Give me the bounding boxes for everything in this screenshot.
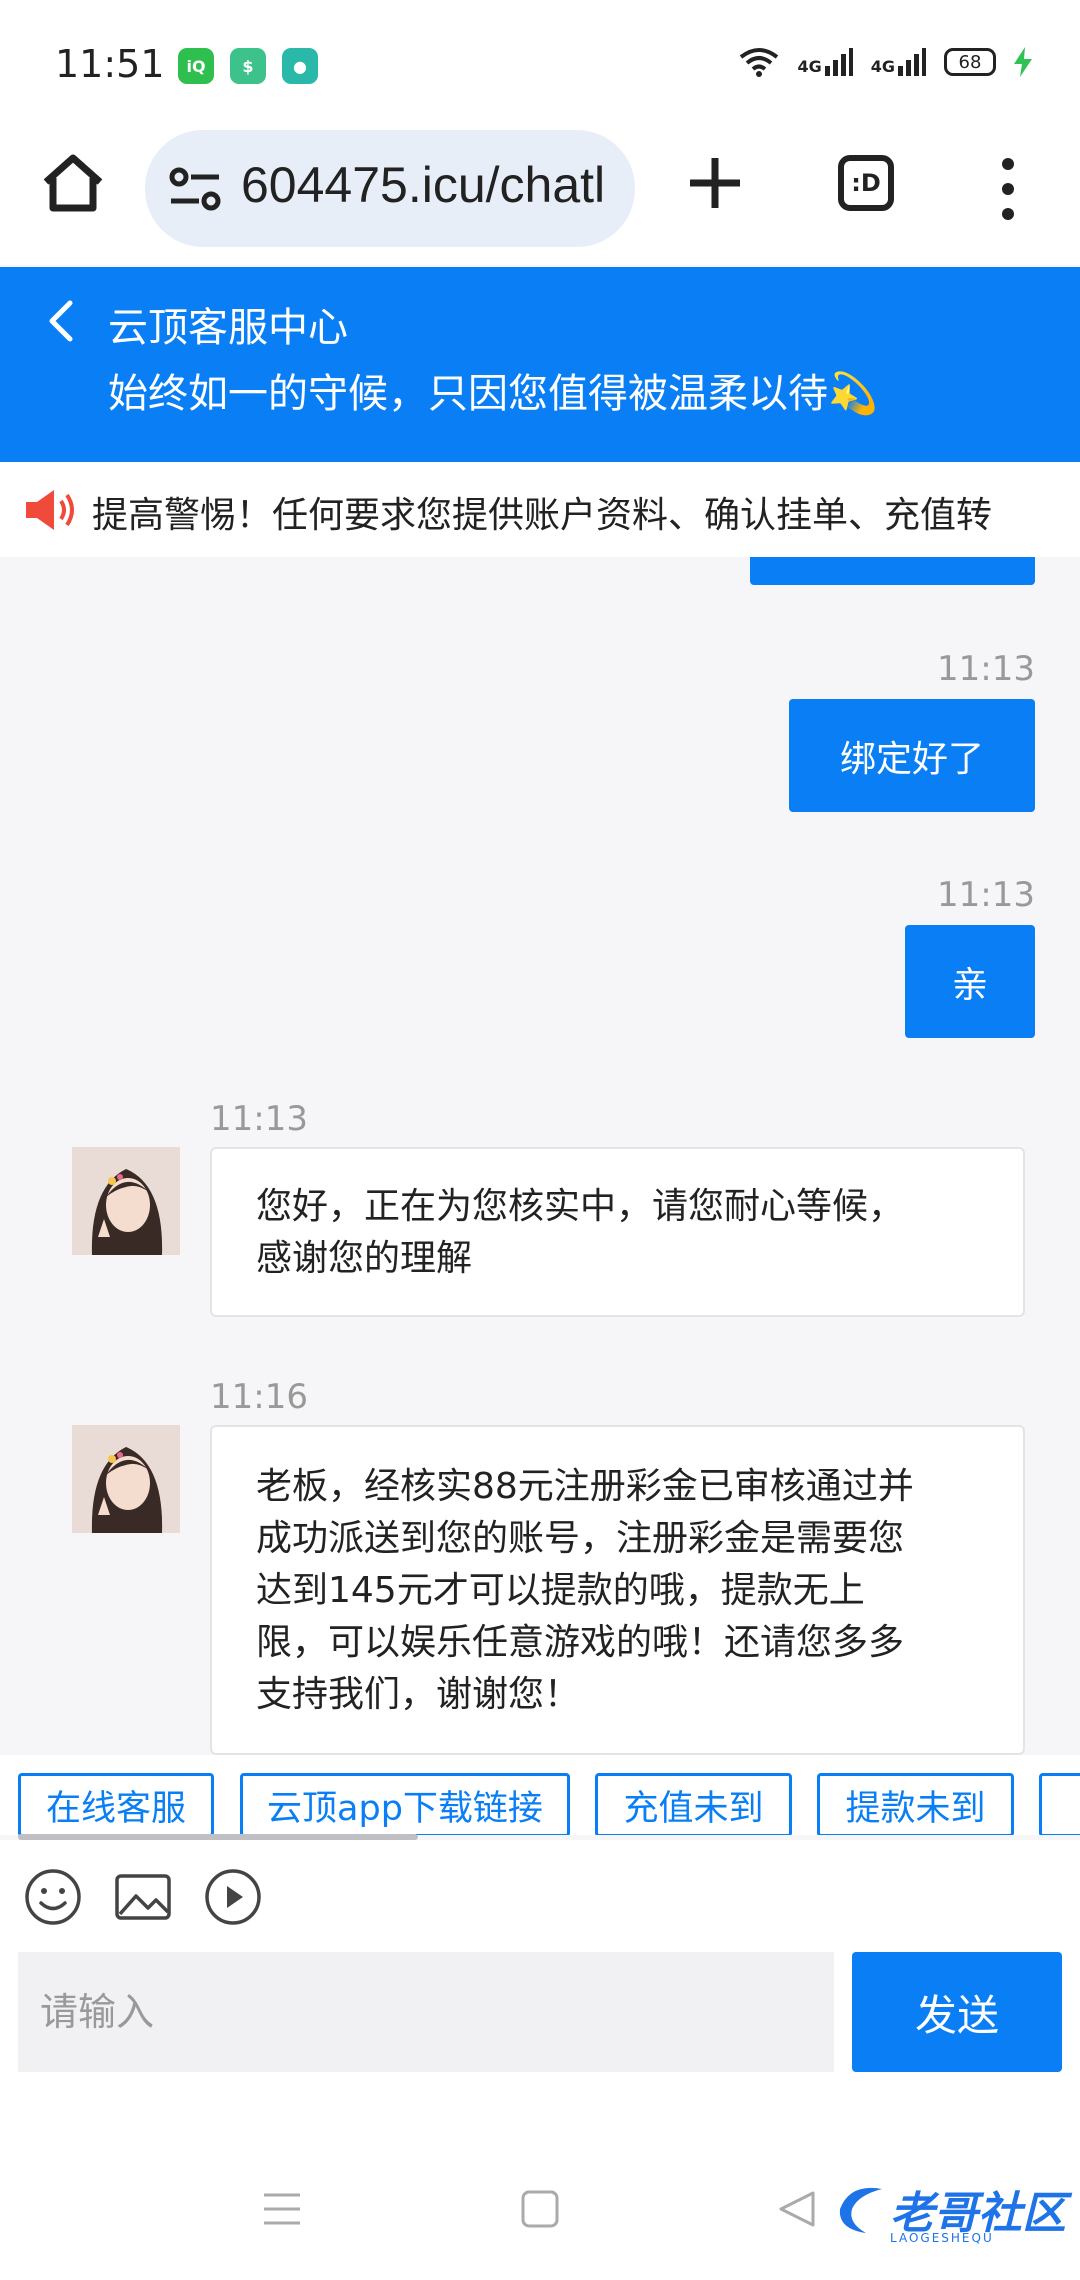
- status-indicators: 4G 4G 68: [739, 46, 1032, 78]
- signal-icon-1: 4G: [797, 48, 853, 76]
- emoji-icon[interactable]: [24, 1868, 82, 1926]
- back-arrow-icon[interactable]: [40, 297, 80, 345]
- charging-icon: [1014, 47, 1032, 77]
- agent-avatar: [72, 1425, 180, 1533]
- browser-toolbar: 604475.icu/chatl :D: [0, 130, 1080, 265]
- dragon-icon: [839, 2187, 882, 2233]
- home-nav-icon[interactable]: [518, 2187, 562, 2231]
- quick-reply-withdraw-missing[interactable]: 提款未到: [817, 1773, 1014, 1835]
- iqiyi-icon: iQ: [178, 48, 214, 84]
- quick-reply-bar: 在线客服 云顶app下载链接 充值未到 提款未到: [0, 1755, 1080, 1835]
- message-line: 支持我们，谢谢您！: [256, 1674, 581, 1715]
- message-bubble-out: 亲: [905, 925, 1035, 1038]
- system-nav-bar: 老哥社区 LAOGESHEQU: [0, 2082, 1080, 2280]
- agent-avatar: [72, 1147, 180, 1255]
- message-line: 您好，正在为您核实中，请您耐心等候，: [256, 1186, 905, 1227]
- notice-text: 提高警惕！任何要求您提供账户资料、确认挂单、充值转: [92, 495, 993, 536]
- wallet-icon: $: [230, 48, 266, 84]
- address-bar[interactable]: 604475.icu/chatl: [145, 130, 635, 247]
- speaker-icon: [26, 490, 74, 530]
- home-icon[interactable]: [38, 148, 108, 218]
- quick-reply-online-service[interactable]: 在线客服: [18, 1773, 214, 1835]
- message-bubble-out: 绑定好了: [789, 699, 1035, 812]
- back-nav-icon[interactable]: [775, 2187, 819, 2231]
- message-list[interactable]: 11:13 绑定好了 11:13 亲 11:13 您好，正在为您核实中，请您耐心…: [0, 557, 1080, 1755]
- message-time: 11:13: [937, 649, 1035, 689]
- status-bar: 11:51 iQ $ ● 4G 4G 68: [0, 0, 1080, 130]
- signal-1-label: 4G: [797, 57, 822, 76]
- message-bubble-partial: [750, 557, 1035, 585]
- video-icon[interactable]: [204, 1868, 262, 1926]
- message-time: 11:13: [937, 875, 1035, 915]
- message-line: 感谢您的理解: [256, 1238, 473, 1279]
- status-time: 11:51: [55, 42, 165, 86]
- message-icon: ●: [282, 48, 318, 84]
- message-bubble-in: 老板，经核实88元注册彩金已审核通过并 成功派送到您的账号，注册彩金是需要您 达…: [210, 1425, 1025, 1755]
- signal-icon-2: 4G: [871, 48, 926, 76]
- tab-switcher-button[interactable]: :D: [838, 155, 894, 211]
- more-menu-icon[interactable]: [988, 154, 1028, 224]
- message-line: 限，可以娱乐任意游戏的哦！还请您多多: [256, 1622, 905, 1663]
- send-button[interactable]: 发送: [852, 1952, 1062, 2072]
- message-bubble-in: 您好，正在为您核实中，请您耐心等候， 感谢您的理解: [210, 1147, 1025, 1317]
- status-app-icons: iQ $ ●: [178, 48, 318, 84]
- quick-reply-more[interactable]: [1039, 1773, 1080, 1835]
- warning-notice: 提高警惕！任何要求您提供账户资料、确认挂单、充值转: [0, 462, 1080, 557]
- chat-subtitle: 始终如一的守候，只因您值得被温柔以待💫: [108, 371, 878, 417]
- message-input[interactable]: [18, 1952, 834, 2072]
- watermark-logo: 老哥社区 LAOGESHEQU: [830, 2177, 1066, 2245]
- message-time: 11:16: [210, 1377, 308, 1417]
- message-composer: 发送: [0, 1950, 1080, 2082]
- chat-title: 云顶客服中心: [108, 305, 348, 351]
- watermark-sub: LAOGESHEQU: [890, 2231, 994, 2245]
- chat-header: 云顶客服中心 始终如一的守候，只因您值得被温柔以待💫: [0, 267, 1080, 462]
- signal-2-label: 4G: [870, 57, 895, 76]
- quick-reply-app-download[interactable]: 云顶app下载链接: [240, 1773, 570, 1835]
- url-text: 604475.icu/chatl: [241, 157, 606, 213]
- image-icon[interactable]: [114, 1868, 172, 1926]
- input-tools: [0, 1840, 1080, 1950]
- message-time: 11:13: [210, 1099, 308, 1139]
- battery-icon: 68: [944, 48, 996, 76]
- message-line: 老板，经核实88元注册彩金已审核通过并: [256, 1466, 914, 1507]
- message-line: 成功派送到您的账号，注册彩金是需要您: [256, 1518, 905, 1559]
- wifi-icon: [740, 48, 779, 77]
- new-tab-icon[interactable]: [680, 148, 750, 218]
- quick-reply-deposit-missing[interactable]: 充值未到: [595, 1773, 792, 1835]
- menu-nav-icon[interactable]: [260, 2187, 304, 2231]
- message-line: 达到145元才可以提款的哦，提款无上: [256, 1570, 865, 1611]
- site-settings-icon[interactable]: [169, 164, 221, 214]
